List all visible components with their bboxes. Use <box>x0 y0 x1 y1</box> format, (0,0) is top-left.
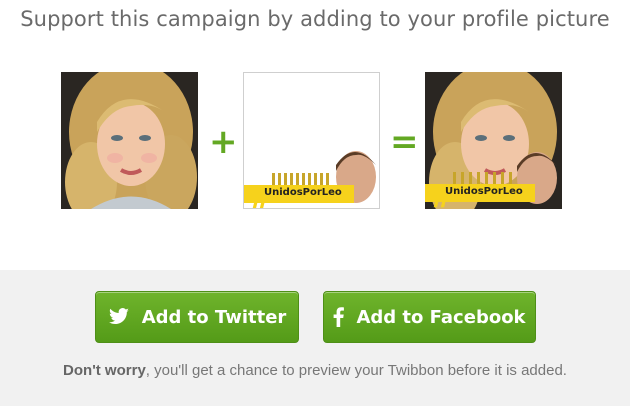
page-heading: Support this campaign by adding to your … <box>20 7 610 31</box>
twibbon-hashtag-text: UnidosPorLeo <box>264 187 342 198</box>
add-to-facebook-button[interactable]: Add to Facebook <box>323 291 536 343</box>
equals-sign: = <box>390 122 419 162</box>
add-to-twitter-label: Add to Twitter <box>141 306 287 328</box>
twibbon-frame: # UnidosPorLeo <box>243 72 380 209</box>
facebook-f-icon <box>333 307 345 327</box>
add-to-twitter-button[interactable]: Add to Twitter <box>95 291 299 343</box>
result-hashtag-text: UnidosPorLeo <box>445 186 523 197</box>
note-rest: , you'll get a chance to preview your Tw… <box>145 362 567 379</box>
plus-sign: + <box>209 122 238 162</box>
note-strong: Don't worry <box>63 362 146 379</box>
twitter-bird-icon <box>108 308 130 326</box>
profile-photo <box>61 72 198 209</box>
result-preview: # UnidosPorLeo <box>425 72 562 209</box>
add-to-facebook-label: Add to Facebook <box>356 306 526 328</box>
preview-note: Don't worry, you'll get a chance to prev… <box>0 362 630 379</box>
